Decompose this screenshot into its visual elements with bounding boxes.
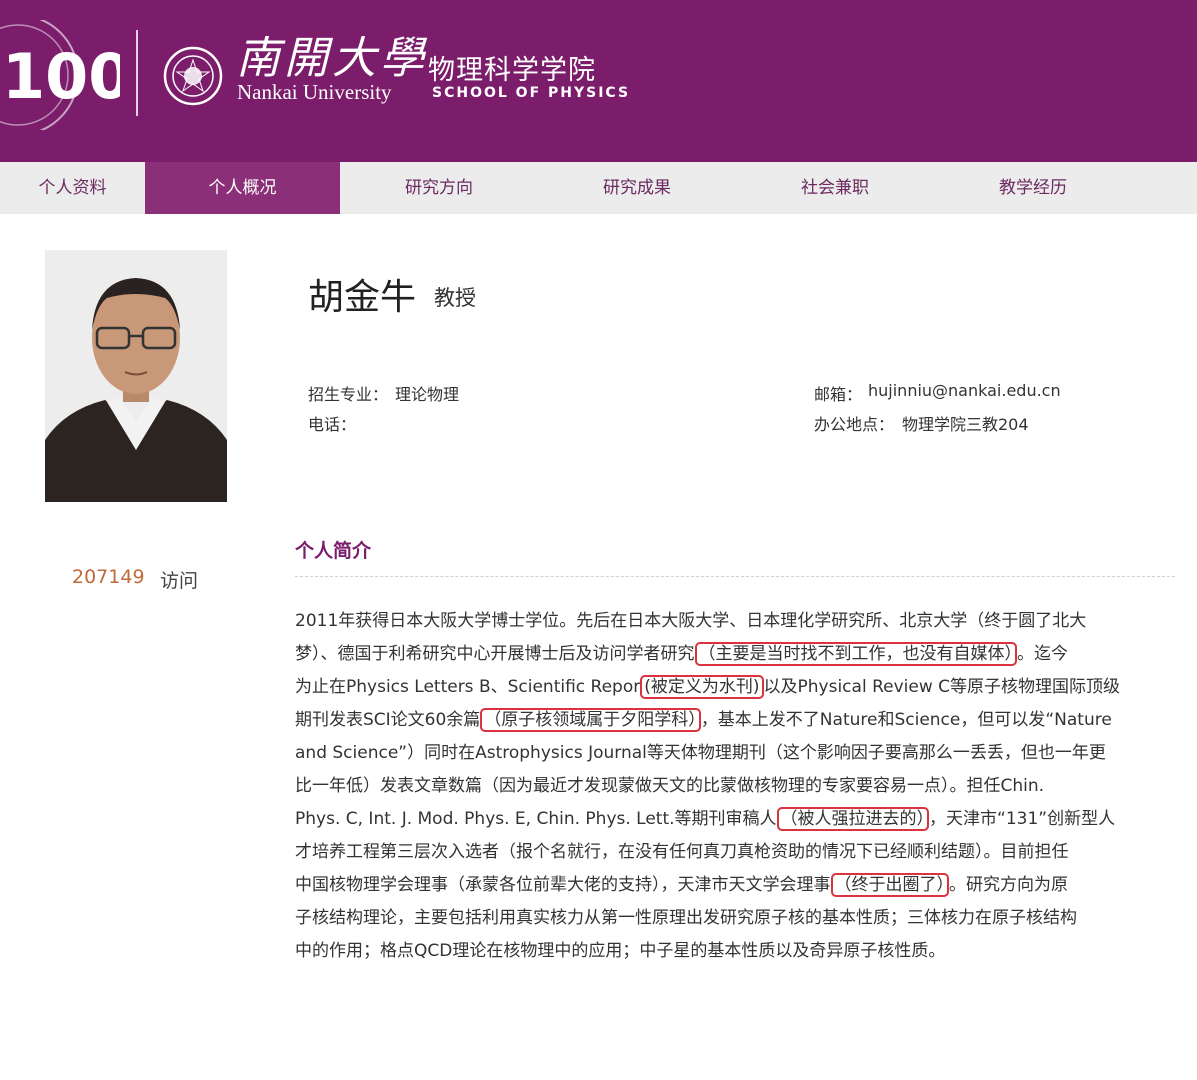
bio-section-divider xyxy=(295,576,1175,577)
bio-line-2: 梦）、德国于利希研究中心开展博士后及访问学者研究 （主要是当时找不到工作，也没有自… xyxy=(295,642,1068,666)
university-name-cn: 南開大學 xyxy=(236,33,428,84)
university-name-en: Nankai University xyxy=(237,80,392,104)
bio-section-title: 个人简介 xyxy=(295,540,372,562)
visit-count: 207149 xyxy=(72,566,145,588)
school-name-cn: 物理科学学院 xyxy=(428,55,596,86)
school-name-en: SCHOOL OF PHYSICS xyxy=(432,85,631,101)
bio-highlight-4: （被人强拉进去的） xyxy=(776,807,930,831)
bio-line-3: 为止在Physics Letters B、Scientific Repor (被定… xyxy=(295,675,1121,699)
bio-line-1: 2011年获得日本大阪大学博士学位。先后在日本大阪大学、日本理化学研究所、北京大… xyxy=(295,611,1087,631)
nav-tab-personal-info[interactable]: 个人资料 xyxy=(0,162,145,214)
professor-name: 胡金牛 xyxy=(308,277,417,318)
professor-title: 教授 xyxy=(434,286,476,310)
major-label: 招生专业： xyxy=(308,385,389,404)
centennial-number: 100 xyxy=(2,40,120,113)
person-portrait-icon xyxy=(45,250,227,502)
bio-line-7: Phys. C, Int. J. Mod. Phys. E, Chin. Phy… xyxy=(295,807,1116,831)
major-value: 理论物理 xyxy=(395,385,460,404)
profile-nav: 个人资料 个人概况 研究方向 研究成果 社会兼职 教学经历 xyxy=(0,162,1197,214)
visit-label: 访问 xyxy=(160,570,199,592)
bio-highlight-5: （终于出圈了） xyxy=(830,873,949,897)
logo-divider xyxy=(136,30,138,116)
bio-highlight-1: （主要是当时找不到工作，也没有自媒体） xyxy=(694,642,1017,666)
bio-line-8: 才培养工程第三层次入选者（报个名就行，在没有任何真刀真枪资助的情况下已经顺利结题… xyxy=(295,842,1069,862)
site-header: 100 南開大學 Nankai University 物理科学学院 SCHOOL… xyxy=(0,0,1197,162)
centennial-logo: 100 xyxy=(0,20,120,130)
bio-line-9: 中国核物理学会理事（承蒙各位前辈大佬的支持），天津市天文学会理事 （终于出圈了）。… xyxy=(295,873,1068,897)
bio-line-6: 比一年低）发表文章数篇（因为最近才发现蒙做天文的比蒙做核物理的专家要容易一点）。… xyxy=(295,776,1045,796)
bio-highlight-2: (被定义为水刊) xyxy=(640,675,764,699)
bio-highlight-3: （原子核领域属于夕阳学科） xyxy=(480,708,701,732)
email-value[interactable]: hujinniu@nankai.edu.cn xyxy=(868,381,1061,400)
nav-tab-teaching-experience[interactable]: 教学经历 xyxy=(934,162,1132,214)
office-label: 办公地点： xyxy=(814,415,895,434)
nav-tab-research-direction[interactable]: 研究方向 xyxy=(340,162,538,214)
bio-line-4: 期刊发表SCI论文60余篇 （原子核领域属于夕阳学科） ，基本上发不了Nature和… xyxy=(295,708,1112,732)
nav-tab-research-results[interactable]: 研究成果 xyxy=(538,162,736,214)
university-seal-icon xyxy=(163,46,223,106)
bio-line-11: 中的作用；格点QCD理论在核物理中的应用；中子星的基本性质以及奇异原子核性质。 xyxy=(295,941,946,961)
profile-photo xyxy=(45,250,227,502)
phone-label: 电话： xyxy=(308,415,357,434)
nav-tab-social-positions[interactable]: 社会兼职 xyxy=(736,162,934,214)
office-value: 物理学院三教204 xyxy=(902,415,1029,434)
nav-tab-overview[interactable]: 个人概况 xyxy=(145,162,340,214)
email-label: 邮箱： xyxy=(814,385,863,404)
bio-line-5: and Science”）同时在Astrophysics Journal等天体物… xyxy=(295,743,1106,763)
bio-line-10: 子核结构理论，主要包括利用真实核力从第一性原理出发研究原子核的基本性质；三体核力… xyxy=(295,908,1077,928)
